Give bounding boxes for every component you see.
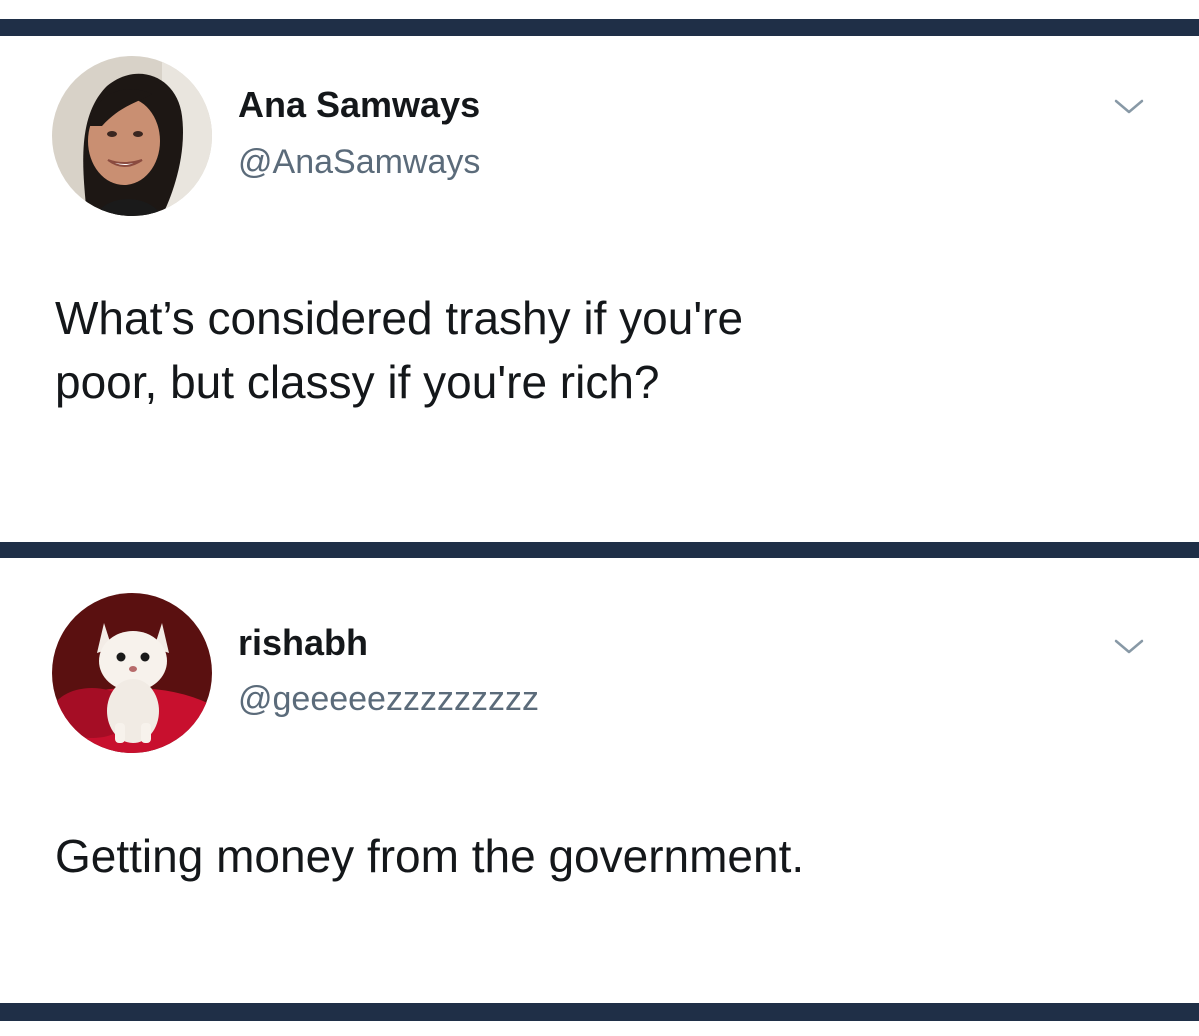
avatar[interactable] — [52, 56, 212, 216]
tweet-text: What’s considered trashy if you're poor,… — [55, 292, 744, 408]
chevron-down-icon[interactable] — [1112, 636, 1146, 658]
user-handle[interactable]: @geeeeezzzzzzzzz — [238, 679, 539, 719]
person-photo-icon — [52, 56, 212, 216]
tweet-card-original: Ana Samways @AnaSamways What’s considere… — [0, 36, 1199, 542]
display-name[interactable]: Ana Samways — [238, 84, 480, 126]
user-handle[interactable]: @AnaSamways — [238, 142, 480, 182]
bottom-divider — [0, 1003, 1199, 1021]
tweet-card-reply: rishabh @geeeeezzzzzzzzz Getting money f… — [0, 558, 1199, 1003]
tweet-text: Getting money from the government. — [55, 830, 805, 882]
top-divider — [0, 19, 1199, 36]
chevron-down-icon[interactable] — [1112, 96, 1146, 118]
avatar[interactable] — [52, 593, 212, 753]
kitten-photo-icon — [52, 593, 212, 753]
display-name[interactable]: rishabh — [238, 622, 368, 664]
middle-divider — [0, 542, 1199, 558]
